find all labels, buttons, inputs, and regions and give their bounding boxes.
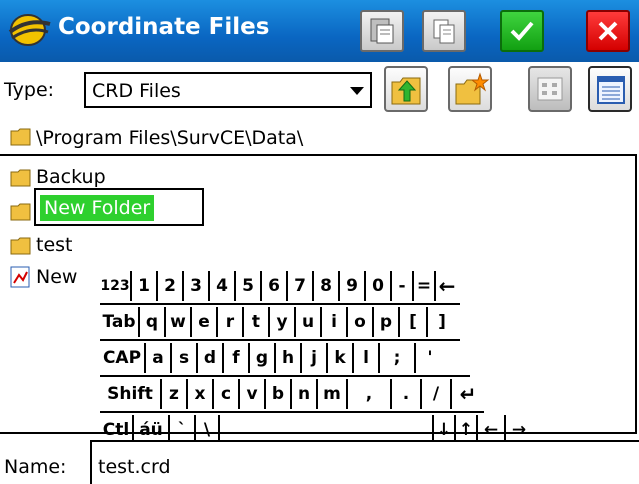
key-7[interactable]: 7: [286, 271, 312, 301]
file-name-partial: New: [36, 266, 78, 288]
key-q[interactable]: q: [138, 307, 164, 337]
key-9[interactable]: 9: [338, 271, 364, 301]
folder-name: test: [36, 234, 73, 256]
key-x[interactable]: x: [186, 379, 212, 409]
key-d[interactable]: d: [196, 343, 222, 373]
file-name-value: test.crd: [98, 456, 171, 478]
key-i[interactable]: i: [320, 307, 346, 337]
key-equals[interactable]: =: [412, 271, 434, 301]
keyboard-divider: [100, 375, 470, 377]
key-k[interactable]: k: [326, 343, 352, 373]
keyboard-divider: [100, 411, 484, 413]
key-v[interactable]: v: [238, 379, 264, 409]
key-quote[interactable]: ': [414, 343, 444, 373]
key-right-bracket[interactable]: ]: [426, 307, 456, 337]
rename-text-selected: New Folder: [40, 195, 155, 221]
key-enter[interactable]: ↵: [450, 379, 484, 409]
on-screen-keyboard: 123 1 2 3 4 5 6 7 8 9 0 - = ← Tab q w e …: [100, 268, 582, 445]
key-f[interactable]: f: [222, 343, 248, 373]
title-bar: Coordinate Files: [0, 0, 639, 62]
key-h[interactable]: h: [274, 343, 300, 373]
key-5[interactable]: 5: [234, 271, 260, 301]
ok-button[interactable]: [500, 10, 544, 52]
type-dropdown[interactable]: CRD Files: [84, 72, 372, 108]
folder-icon: [10, 169, 31, 187]
folder-icon: [10, 203, 31, 221]
keyboard-divider: [100, 303, 460, 305]
key-shift[interactable]: Shift: [100, 379, 160, 409]
rename-field[interactable]: New Folder: [34, 188, 204, 226]
file-icon: [10, 266, 30, 288]
key-z[interactable]: z: [160, 379, 186, 409]
key-e[interactable]: e: [190, 307, 216, 337]
copy-icon: [433, 19, 455, 44]
key-period[interactable]: .: [390, 379, 420, 409]
key-8[interactable]: 8: [312, 271, 338, 301]
key-left-bracket[interactable]: [: [398, 307, 426, 337]
copy-button[interactable]: [422, 10, 466, 52]
close-icon: [598, 21, 618, 41]
key-123[interactable]: 123: [100, 271, 130, 301]
key-l[interactable]: l: [352, 343, 378, 373]
icon-view-icon: [537, 77, 563, 101]
window-title: Coordinate Files: [58, 14, 270, 40]
key-r[interactable]: r: [216, 307, 242, 337]
key-3[interactable]: 3: [182, 271, 208, 301]
folder-name: Backup: [36, 166, 106, 188]
details-view-button[interactable]: [588, 66, 632, 112]
key-m[interactable]: m: [316, 379, 346, 409]
name-label: Name:: [4, 456, 67, 478]
key-s[interactable]: s: [170, 343, 196, 373]
key-j[interactable]: j: [300, 343, 326, 373]
current-path: \Program Files\SurvCE\Data\: [36, 127, 304, 149]
new-folder-button[interactable]: [448, 66, 492, 112]
key-backspace[interactable]: ←: [434, 271, 458, 301]
key-semicolon[interactable]: ;: [378, 343, 414, 373]
key-g[interactable]: g: [248, 343, 274, 373]
paste-button[interactable]: [360, 10, 404, 52]
open-folder-icon: [10, 128, 31, 146]
key-n[interactable]: n: [290, 379, 316, 409]
surv-logo-icon: [8, 14, 51, 46]
file-name-field[interactable]: test.crd: [90, 440, 639, 484]
type-label: Type:: [4, 79, 55, 101]
name-row: Name: test.crd: [0, 438, 639, 484]
key-minus[interactable]: -: [390, 271, 412, 301]
key-o[interactable]: o: [346, 307, 372, 337]
key-b[interactable]: b: [264, 379, 290, 409]
path-bar: \Program Files\SurvCE\Data\: [0, 122, 639, 154]
key-4[interactable]: 4: [208, 271, 234, 301]
key-w[interactable]: w: [164, 307, 190, 337]
dropdown-arrow-icon: [350, 87, 364, 95]
key-a[interactable]: a: [144, 343, 170, 373]
list-view-button[interactable]: [528, 66, 572, 112]
key-comma[interactable]: ,: [346, 379, 390, 409]
key-tab[interactable]: Tab: [100, 307, 138, 337]
paste-icon: [370, 18, 394, 44]
key-1[interactable]: 1: [130, 271, 156, 301]
key-p[interactable]: p: [372, 307, 398, 337]
keyboard-divider: [100, 339, 460, 341]
check-icon: [510, 21, 534, 41]
key-caps[interactable]: CAP: [100, 343, 144, 373]
key-0[interactable]: 0: [364, 271, 390, 301]
key-2[interactable]: 2: [156, 271, 182, 301]
key-c[interactable]: c: [212, 379, 238, 409]
type-dropdown-value: CRD Files: [92, 80, 181, 102]
cancel-button[interactable]: [586, 10, 630, 52]
key-slash[interactable]: /: [420, 379, 450, 409]
folder-up-icon: [391, 77, 421, 105]
key-t[interactable]: t: [242, 307, 268, 337]
key-y[interactable]: y: [268, 307, 294, 337]
key-6[interactable]: 6: [260, 271, 286, 301]
folder-icon: [10, 237, 31, 255]
key-u[interactable]: u: [294, 307, 320, 337]
new-folder-icon: [455, 72, 490, 105]
folder-up-button[interactable]: [384, 66, 428, 112]
details-view-icon: [597, 76, 625, 104]
